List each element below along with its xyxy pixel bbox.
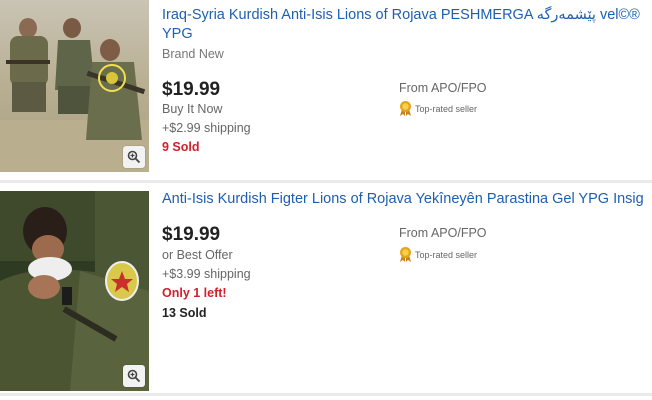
top-rated-seller-badge: Top-rated seller [399,246,477,263]
buying-format: Buy It Now [162,102,223,116]
item-location: From APO/FPO [399,226,487,240]
top-rated-badge-icon [400,247,411,262]
zoom-icon[interactable] [123,146,145,168]
price: $19.99 [162,224,221,245]
sold-count: 9 Sold [162,140,200,154]
top-rated-label: Top-rated seller [415,103,478,114]
top-rated-seller-badge: Top-rated seller [399,100,477,117]
top-rated-badge-icon [400,101,411,116]
listing-title-link[interactable]: Anti-Isis Kurdish Figter Lions of Rojava… [162,190,652,209]
listing-thumbnail[interactable] [0,191,149,391]
zoom-icon[interactable] [123,365,145,387]
listing-title-link[interactable]: Iraq-Syria Kurdish Anti-Isis Lions of Ro… [162,6,652,44]
divider [0,180,652,183]
shipping-cost: +$2.99 shipping [162,121,251,135]
buying-format: or Best Offer [162,248,233,262]
condition-label: Brand New [162,47,224,61]
stock-notice: Only 1 left! [162,286,227,300]
price: $19.99 [162,79,221,100]
listing-item: Iraq-Syria Kurdish Anti-Isis Lions of Ro… [0,0,652,178]
sold-count: 13 Sold [162,306,207,320]
soldier-photo [0,191,149,391]
listing-item: Anti-Isis Kurdish Figter Lions of Rojava… [0,186,652,392]
shipping-cost: +$3.99 shipping [162,267,251,281]
top-rated-label: Top-rated seller [415,249,478,260]
listing-thumbnail[interactable] [0,0,149,172]
item-location: From APO/FPO [399,81,487,95]
divider [0,393,652,396]
